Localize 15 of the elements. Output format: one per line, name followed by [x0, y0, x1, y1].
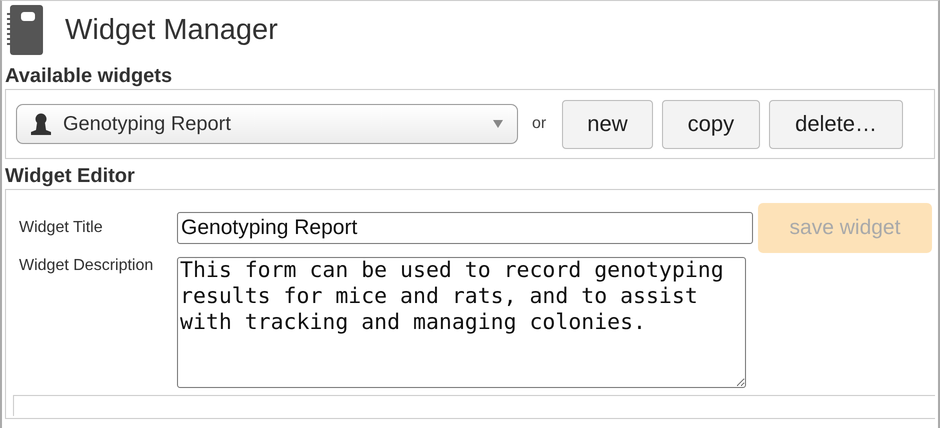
action-button[interactable]: delete…	[769, 100, 904, 148]
person-icon	[31, 113, 51, 135]
section-heading: Available widgets	[5, 64, 174, 89]
widget-dropdown[interactable]: Genotyping Report	[16, 104, 518, 144]
action-button[interactable]: copy	[662, 100, 760, 148]
separator-text: or	[532, 115, 546, 133]
title-field[interactable]: Genotyping Report	[177, 212, 753, 244]
caret-icon	[493, 120, 503, 128]
field-label: Widget Description	[19, 257, 154, 275]
field-label: Widget Title	[19, 219, 104, 237]
description-field[interactable]: This form can be used to record genotyping results for mice and rats, and to assist with tracking and managing colonies.	[177, 257, 746, 388]
notebook-icon	[7, 5, 43, 55]
action-button[interactable]: new	[562, 100, 653, 148]
page-title: Widget Manager	[65, 14, 278, 46]
section-heading: Widget Editor	[5, 164, 136, 189]
